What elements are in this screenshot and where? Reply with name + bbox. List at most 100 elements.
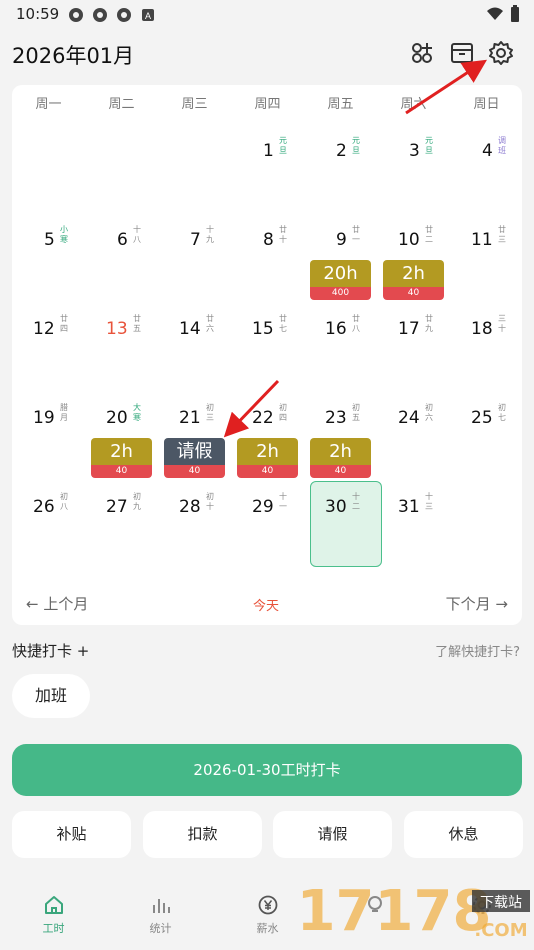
calendar-day[interactable]: 23 初五 2h 40 [304,352,377,478]
lunar-label: 廿四 [60,314,68,333]
calendar-day[interactable]: 9 廿一 20h 400 [304,174,377,300]
lunar-label: 腊月 [60,403,68,422]
lunar-label: 廿二 [425,225,433,244]
calendar-day[interactable]: 10 廿二 2h 40 [377,174,450,300]
day-number: 31 [398,497,420,517]
lunar-label: 元旦 [352,136,360,155]
calendar-day[interactable]: 17 廿九 [377,263,450,352]
day-number: 23 [325,408,347,428]
quick-punch-title[interactable]: 快捷打卡 + [12,640,89,661]
day-number: 5 [44,230,55,250]
today-highlight [310,481,382,567]
day-number: 13 [106,319,128,339]
calendar-day[interactable]: 25 初七 [450,352,523,441]
calendar-day[interactable]: 13 廿五 [85,263,158,352]
calendar-day[interactable]: 12 廿四 [12,263,85,352]
day-number: 24 [398,408,420,428]
settings-gear-icon[interactable] [488,40,514,66]
lunar-label: 廿三 [498,225,506,244]
subsidy-button[interactable]: 补贴 [12,811,131,858]
lunar-label: 十九 [206,225,214,244]
punch-button[interactable]: 2026-01-30工时打卡 [12,744,522,796]
calendar-day[interactable]: 6 十八 [85,174,158,263]
calendar-day[interactable]: 22 初四 2h 40 [231,352,304,478]
bar-chart-icon [152,899,170,913]
lunar-label: 初五 [352,403,360,422]
lunar-label: 初八 [60,492,68,511]
today-button[interactable]: 今天 [253,595,279,614]
day-number: 8 [263,230,274,250]
calendar-day[interactable]: 14 廿六 [158,263,231,352]
day-number: 14 [179,319,201,339]
day-number: 9 [336,230,347,250]
lunar-label: 廿一 [352,225,360,244]
calendar-day[interactable]: 30 十二 [304,441,382,567]
calendar-day[interactable]: 1 元旦 [231,85,304,174]
lunar-label: 初三 [206,403,214,422]
lunar-label: 廿六 [206,314,214,333]
calendar-day[interactable]: 29 十一 [231,441,304,530]
status-bar: 10:59 A [0,0,534,30]
calendar-day[interactable]: 18 三十 [450,263,523,352]
calendar-card: 周一 周二 周三 周四 周五 周六 周日 1 元旦 2 元旦 3 元旦 4 调班 5 小寒 6 十八 7 十九 8 廿十 9… [12,85,522,625]
day-number: 26 [33,497,55,517]
calendar-day[interactable]: 26 初八 [12,441,85,530]
lunar-label: 廿八 [352,314,360,333]
calendar-day[interactable]: 21 初三 请假 40 [158,352,231,478]
month-title[interactable]: 2026年01月 [12,40,134,70]
rest-button[interactable]: 休息 [404,811,523,858]
lunar-label: 初九 [133,492,141,511]
day-number: 25 [471,408,493,428]
lunar-label: 初十 [206,492,214,511]
calendar-day[interactable]: 19 腊月 [12,352,85,441]
day-number: 11 [471,230,493,250]
calendar-day[interactable]: 11 廿三 [450,174,523,263]
watermark-sub: 下载站 [480,895,522,911]
leave-button[interactable]: 请假 [273,811,392,858]
prev-month-button[interactable]: ← 上个月 [26,593,88,614]
day-number: 2 [336,141,347,161]
arrow-left-icon: ← [26,595,39,613]
svg-text:A: A [145,11,151,21]
lunar-label: 十一 [279,492,287,511]
tab-hours[interactable]: 工时 [0,894,107,936]
calendar-day[interactable]: 15 廿七 [231,263,304,352]
next-month-button[interactable]: 下个月 → [446,593,508,614]
deduction-button[interactable]: 扣款 [143,811,262,858]
watermark-text: 17178 [302,879,491,944]
day-number: 4 [482,141,493,161]
lunar-label: 十八 [133,225,141,244]
calendar-day[interactable]: 5 小寒 [12,174,85,263]
quick-punch-help-link[interactable]: 了解快捷打卡? [435,641,520,660]
day-number: 12 [33,319,55,339]
calendar-day[interactable]: 7 十九 [158,174,231,263]
calendar-day[interactable]: 31 十三 [377,441,450,530]
day-number: 21 [179,408,201,428]
add-apps-icon[interactable] [409,40,435,66]
day-number: 27 [106,497,128,517]
calendar-day[interactable]: 28 初十 [158,441,231,530]
day-number: 3 [409,141,420,161]
calendar-day[interactable]: 8 廿十 [231,174,304,263]
calendar-day[interactable]: 4 调班 [450,85,523,174]
tab-stats[interactable]: 统计 [107,894,214,936]
notification-icon [117,8,131,22]
calendar-day [12,85,85,174]
calendar-day[interactable]: 3 元旦 [377,85,450,174]
day-number: 18 [471,319,493,339]
calendar-day [85,85,158,174]
yen-coin-icon [258,895,277,915]
lunar-label: 初四 [279,403,287,422]
status-time: 10:59 [16,5,60,23]
lunar-label: 初七 [498,403,506,422]
calendar-day[interactable]: 27 初九 [85,441,158,530]
calendar-day[interactable]: 16 廿八 [304,263,377,352]
calendar-day [158,85,231,174]
calendar-day[interactable]: 20 大寒 2h 40 [85,352,158,478]
calendar-day[interactable]: 24 初六 [377,352,450,441]
day-number: 15 [252,319,274,339]
calendar-day[interactable]: 2 元旦 [304,85,377,174]
archive-icon[interactable] [449,40,475,66]
quick-chip-overtime[interactable]: 加班 [12,674,90,718]
day-number: 10 [398,230,420,250]
